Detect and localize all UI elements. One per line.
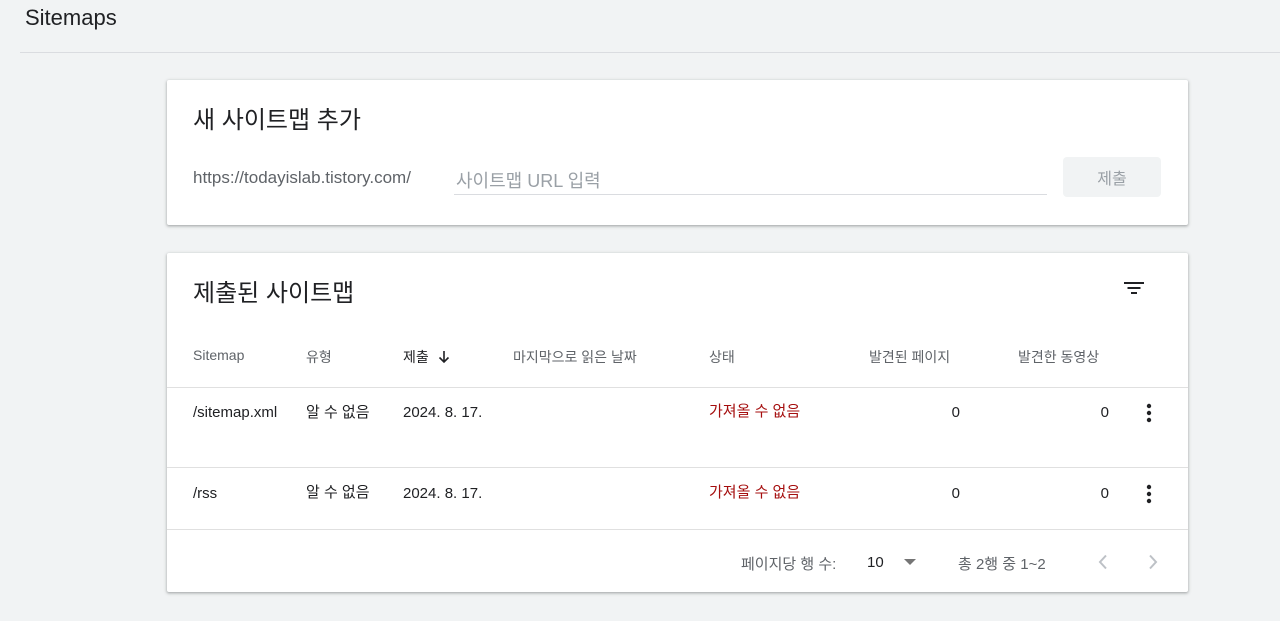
filter-button[interactable] <box>1118 274 1150 302</box>
header-divider <box>20 52 1280 53</box>
add-sitemap-card: 새 사이트맵 추가 https://todayislab.tistory.com… <box>167 80 1188 225</box>
more-vert-icon <box>1146 403 1152 423</box>
header-row-divider <box>167 387 1188 388</box>
previous-page-button[interactable] <box>1091 550 1115 574</box>
chevron-left-icon <box>1098 554 1107 570</box>
row-1-more-button[interactable] <box>1137 399 1161 427</box>
arrow-down-icon <box>437 350 451 367</box>
row-1-videos: 0 <box>1100 404 1109 421</box>
column-header-sitemap[interactable]: Sitemap <box>193 347 244 363</box>
submit-button[interactable]: 제출 <box>1063 157 1161 197</box>
url-prefix: https://todayislab.tistory.com/ <box>193 168 411 187</box>
submitted-sitemaps-title: 제출된 사이트맵 <box>193 280 355 307</box>
column-header-pages[interactable]: 발견된 페이지 <box>869 347 950 367</box>
column-header-type[interactable]: 유형 <box>306 347 332 367</box>
submitted-sitemaps-card: 제출된 사이트맵 Sitemap 유형 제출 마지막으로 읽은 날짜 상태 발견… <box>167 253 1188 592</box>
filter-icon <box>1124 282 1144 294</box>
chevron-right-icon <box>1149 554 1158 570</box>
rows-per-page-value: 10 <box>867 553 884 571</box>
row-2-type: 알 수 없음 <box>306 484 370 501</box>
row-2-status: 가져올 수 없음 <box>709 484 801 501</box>
rows-per-page-label: 페이지당 행 수: <box>741 556 837 573</box>
caret-down-icon <box>903 559 916 565</box>
column-header-submitted[interactable]: 제출 <box>403 347 451 367</box>
pagination-range: 총 2행 중 1~2 <box>958 556 1046 573</box>
next-page-button[interactable] <box>1141 550 1165 574</box>
row-1-pages: 0 <box>951 404 960 421</box>
row-2-more-button[interactable] <box>1137 480 1161 508</box>
more-vert-icon <box>1146 484 1152 504</box>
row-1-type: 알 수 없음 <box>306 404 370 421</box>
column-header-submitted-label: 제출 <box>403 349 429 365</box>
sitemap-url-input[interactable] <box>454 164 1047 195</box>
row-2-videos: 0 <box>1100 485 1109 502</box>
page-title: Sitemaps <box>25 5 117 30</box>
column-header-videos[interactable]: 발견한 동영상 <box>1018 347 1099 367</box>
row-1-submitted: 2024. 8. 17. <box>403 404 483 421</box>
row-1-divider <box>167 467 1188 468</box>
column-header-status[interactable]: 상태 <box>709 347 735 367</box>
row-2-divider <box>167 529 1188 530</box>
column-header-last-read[interactable]: 마지막으로 읽은 날짜 <box>513 347 637 367</box>
sitemaps-page: Sitemaps 새 사이트맵 추가 https://todayislab.ti… <box>0 0 1280 621</box>
page-header: Sitemaps <box>0 0 1280 53</box>
row-2-submitted: 2024. 8. 17. <box>403 485 483 502</box>
row-1-status: 가져올 수 없음 <box>709 403 801 420</box>
add-sitemap-title: 새 사이트맵 추가 <box>193 107 361 134</box>
row-1-sitemap[interactable]: /sitemap.xml <box>193 399 283 426</box>
row-2-sitemap[interactable]: /rss <box>193 480 283 507</box>
rows-per-page-select[interactable]: 10 <box>867 550 922 574</box>
row-2-pages: 0 <box>951 485 960 502</box>
